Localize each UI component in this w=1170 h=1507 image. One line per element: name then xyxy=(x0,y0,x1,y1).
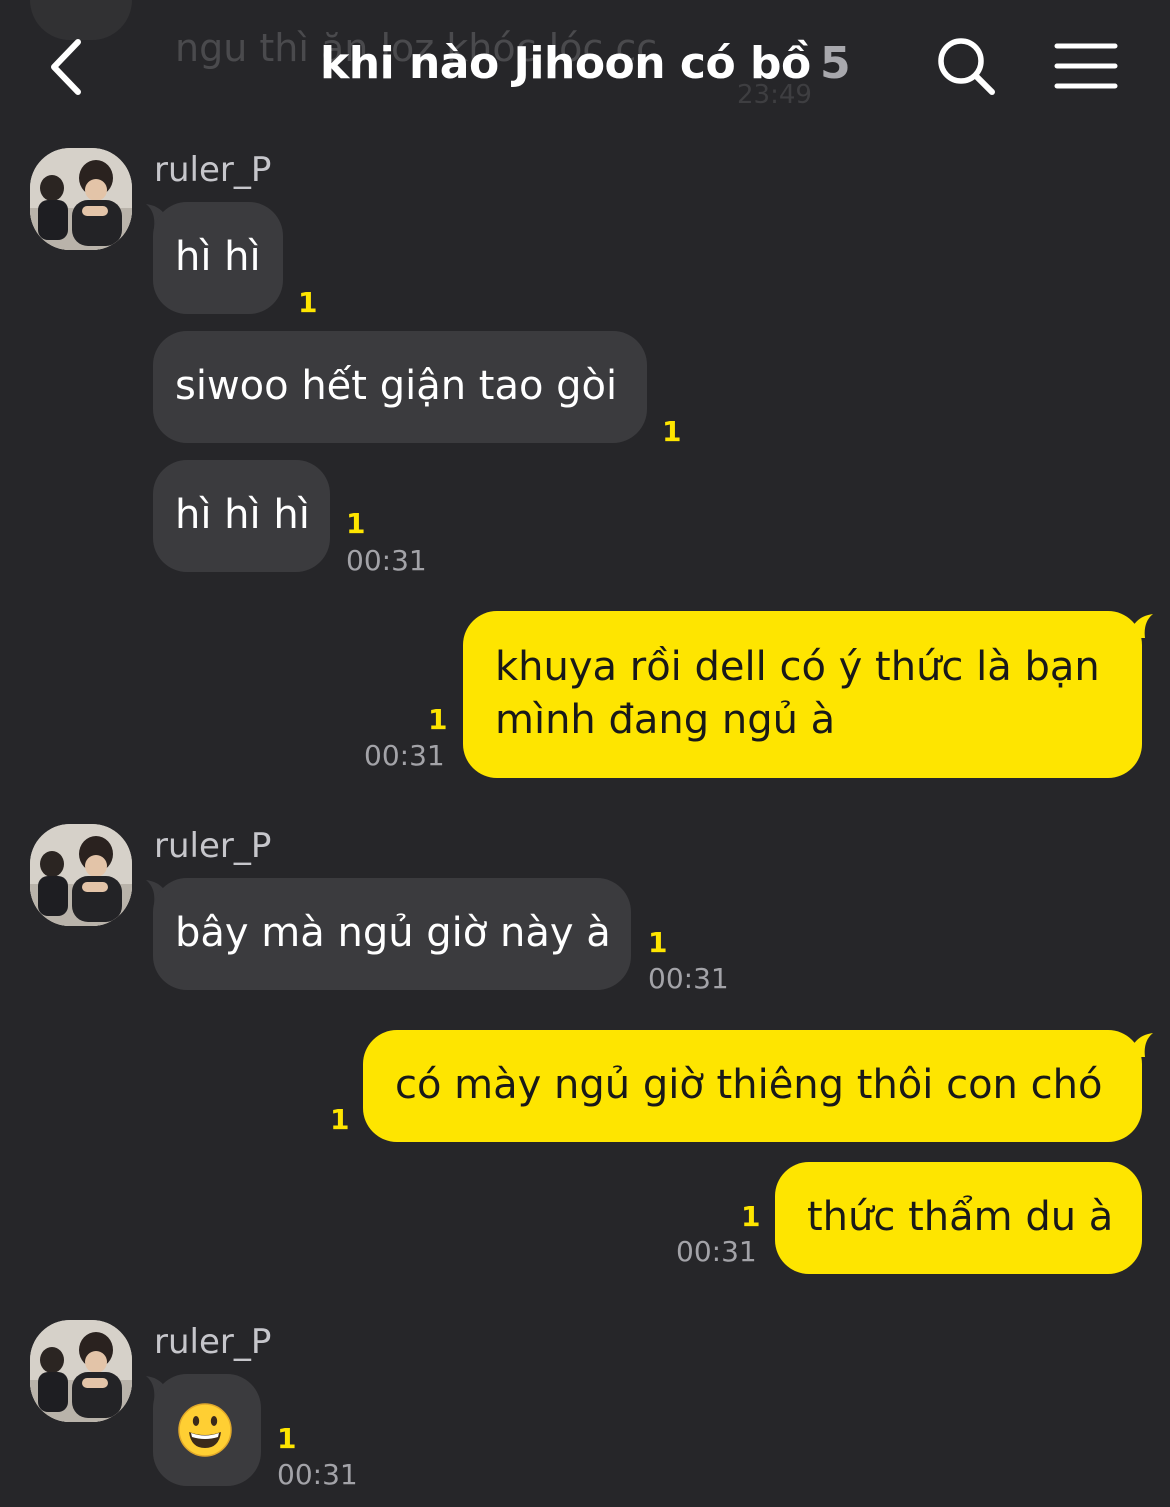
chevron-left-icon xyxy=(51,39,81,95)
message-bubble[interactable]: thức thẩm du à xyxy=(775,1162,1142,1274)
message-text: bây mà ngủ giờ này à xyxy=(175,910,611,956)
unread-count: 1 xyxy=(330,1103,350,1136)
grinning-face-emoji xyxy=(178,1403,232,1457)
message-bubble[interactable]: hì hì xyxy=(153,202,283,314)
avatar[interactable] xyxy=(30,824,132,926)
unread-count: 1 xyxy=(298,286,318,319)
message-time: 00:31 xyxy=(364,739,445,772)
message-text: hì hì xyxy=(175,234,261,280)
message-bubble[interactable]: siwoo hết giận tao gòi xyxy=(153,331,647,443)
avatar[interactable] xyxy=(30,148,132,250)
profile-photo xyxy=(30,1320,132,1422)
bubble-tail xyxy=(1131,614,1153,638)
sender-name: ruler_P xyxy=(154,826,272,866)
chat-title: khi nào Jihoon có bồ xyxy=(320,38,811,89)
unread-count: 1 xyxy=(277,1422,297,1455)
message-text: hì hì hì xyxy=(175,492,310,538)
profile-photo xyxy=(30,148,132,250)
sender-name: ruler_P xyxy=(154,1322,272,1362)
unread-count: 1 xyxy=(662,415,682,448)
message-time: 00:31 xyxy=(346,544,427,577)
sender-name: ruler_P xyxy=(154,150,272,190)
unread-count: 1 xyxy=(346,507,366,540)
bubble-tail xyxy=(1131,1033,1153,1057)
avatar[interactable] xyxy=(30,1320,132,1422)
message-text: siwoo hết giận tao gòi xyxy=(175,363,618,409)
search-button[interactable] xyxy=(934,34,998,98)
member-count: 5 xyxy=(820,38,851,89)
unread-count: 1 xyxy=(428,703,448,736)
message-text-line: khuya rồi dell có ý thức là bạn xyxy=(495,644,1100,690)
message-bubble[interactable] xyxy=(153,1374,261,1486)
message-time: 00:31 xyxy=(277,1458,358,1491)
profile-photo xyxy=(30,824,132,926)
message-time: 00:31 xyxy=(676,1235,757,1268)
message-text-line: mình đang ngủ à xyxy=(495,697,836,743)
menu-button[interactable] xyxy=(1054,42,1118,90)
message-text: có mày ngủ giờ thiêng thôi con chó xyxy=(395,1062,1103,1108)
search-icon xyxy=(938,38,995,95)
unread-count: 1 xyxy=(648,926,668,959)
message-time: 00:31 xyxy=(648,962,729,995)
message-bubble[interactable]: có mày ngủ giờ thiêng thôi con chó xyxy=(363,1030,1142,1142)
back-button[interactable] xyxy=(42,34,102,100)
unread-count: 1 xyxy=(741,1200,761,1233)
message-bubble[interactable]: khuya rồi dell có ý thức là bạn mình đan… xyxy=(463,611,1142,778)
message-bubble[interactable]: hì hì hì xyxy=(153,460,330,572)
message-text: thức thẩm du à xyxy=(807,1194,1114,1240)
hamburger-menu-icon xyxy=(1054,43,1118,89)
message-bubble[interactable]: bây mà ngủ giờ này à xyxy=(153,878,631,990)
